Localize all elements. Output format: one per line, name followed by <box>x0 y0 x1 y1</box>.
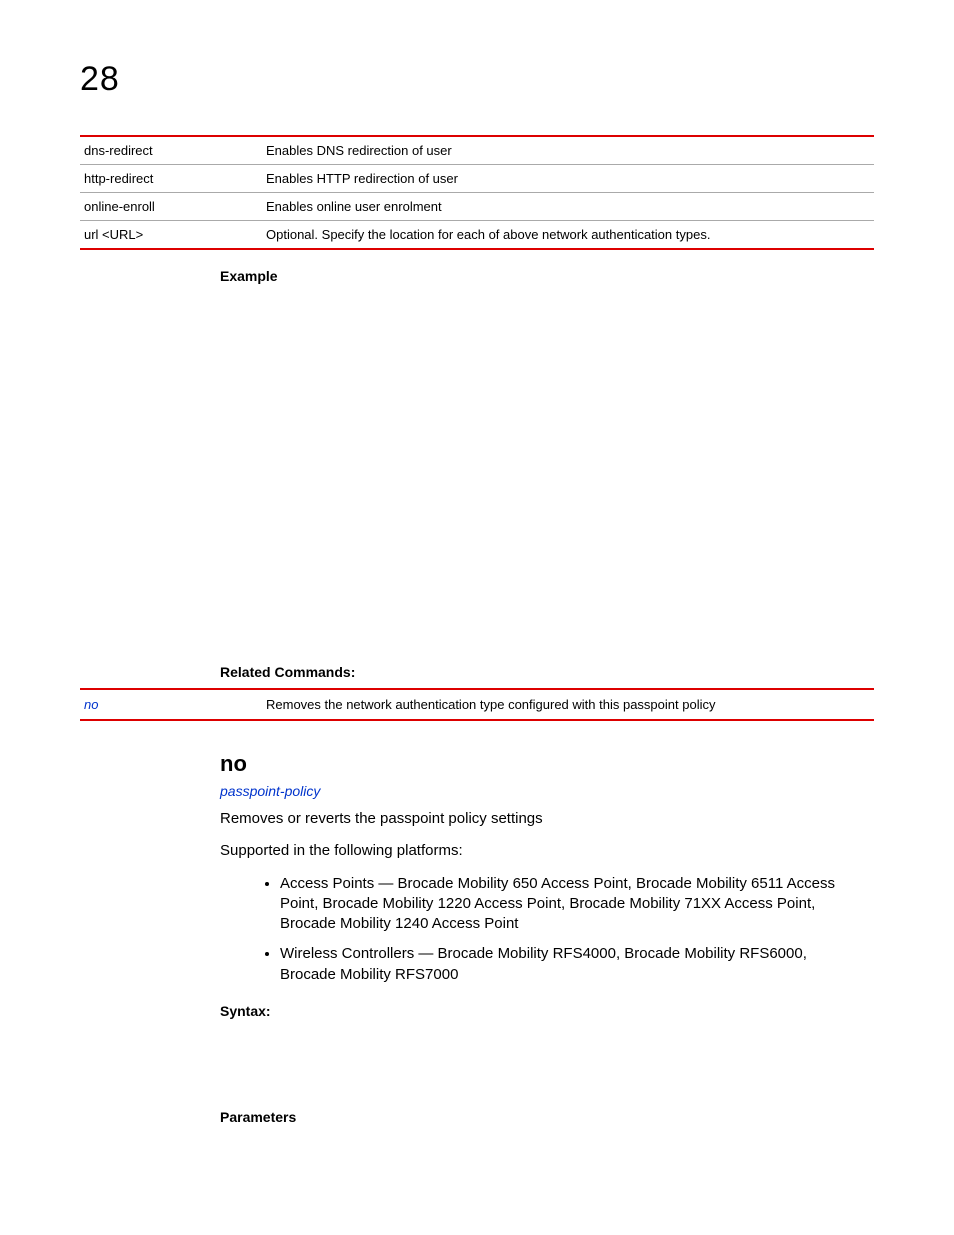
list-item: Access Points — Brocade Mobility 650 Acc… <box>280 874 874 935</box>
platforms-list: Access Points — Brocade Mobility 650 Acc… <box>280 874 874 985</box>
table-row: online-enroll Enables online user enrolm… <box>80 193 874 221</box>
section-intro: Removes or reverts the passpoint policy … <box>220 809 874 829</box>
param-name: url <URL> <box>80 221 262 250</box>
related-cmd-desc: Removes the network authentication type … <box>262 689 874 720</box>
related-cmd-link[interactable]: no <box>80 689 262 720</box>
related-commands-heading: Related Commands: <box>220 664 874 680</box>
list-item: Wireless Controllers — Brocade Mobility … <box>280 944 874 985</box>
param-desc: Optional. Specify the location for each … <box>262 221 874 250</box>
table-row: no Removes the network authentication ty… <box>80 689 874 720</box>
table-row: http-redirect Enables HTTP redirection o… <box>80 165 874 193</box>
syntax-heading: Syntax: <box>220 1003 874 1019</box>
param-desc: Enables online user enrolment <box>262 193 874 221</box>
param-desc: Enables HTTP redirection of user <box>262 165 874 193</box>
param-name: dns-redirect <box>80 136 262 165</box>
parameter-table: dns-redirect Enables DNS redirection of … <box>80 135 874 250</box>
chapter-number: 28 <box>80 60 874 99</box>
passpoint-policy-link[interactable]: passpoint-policy <box>220 783 874 799</box>
parameters-heading: Parameters <box>220 1109 874 1125</box>
example-heading: Example <box>220 268 874 284</box>
param-desc: Enables DNS redirection of user <box>262 136 874 165</box>
related-commands-table: no Removes the network authentication ty… <box>80 688 874 721</box>
section-heading-no: no <box>220 751 874 777</box>
param-name: online-enroll <box>80 193 262 221</box>
supported-line: Supported in the following platforms: <box>220 841 874 861</box>
param-name: http-redirect <box>80 165 262 193</box>
table-row: url <URL> Optional. Specify the location… <box>80 221 874 250</box>
table-row: dns-redirect Enables DNS redirection of … <box>80 136 874 165</box>
